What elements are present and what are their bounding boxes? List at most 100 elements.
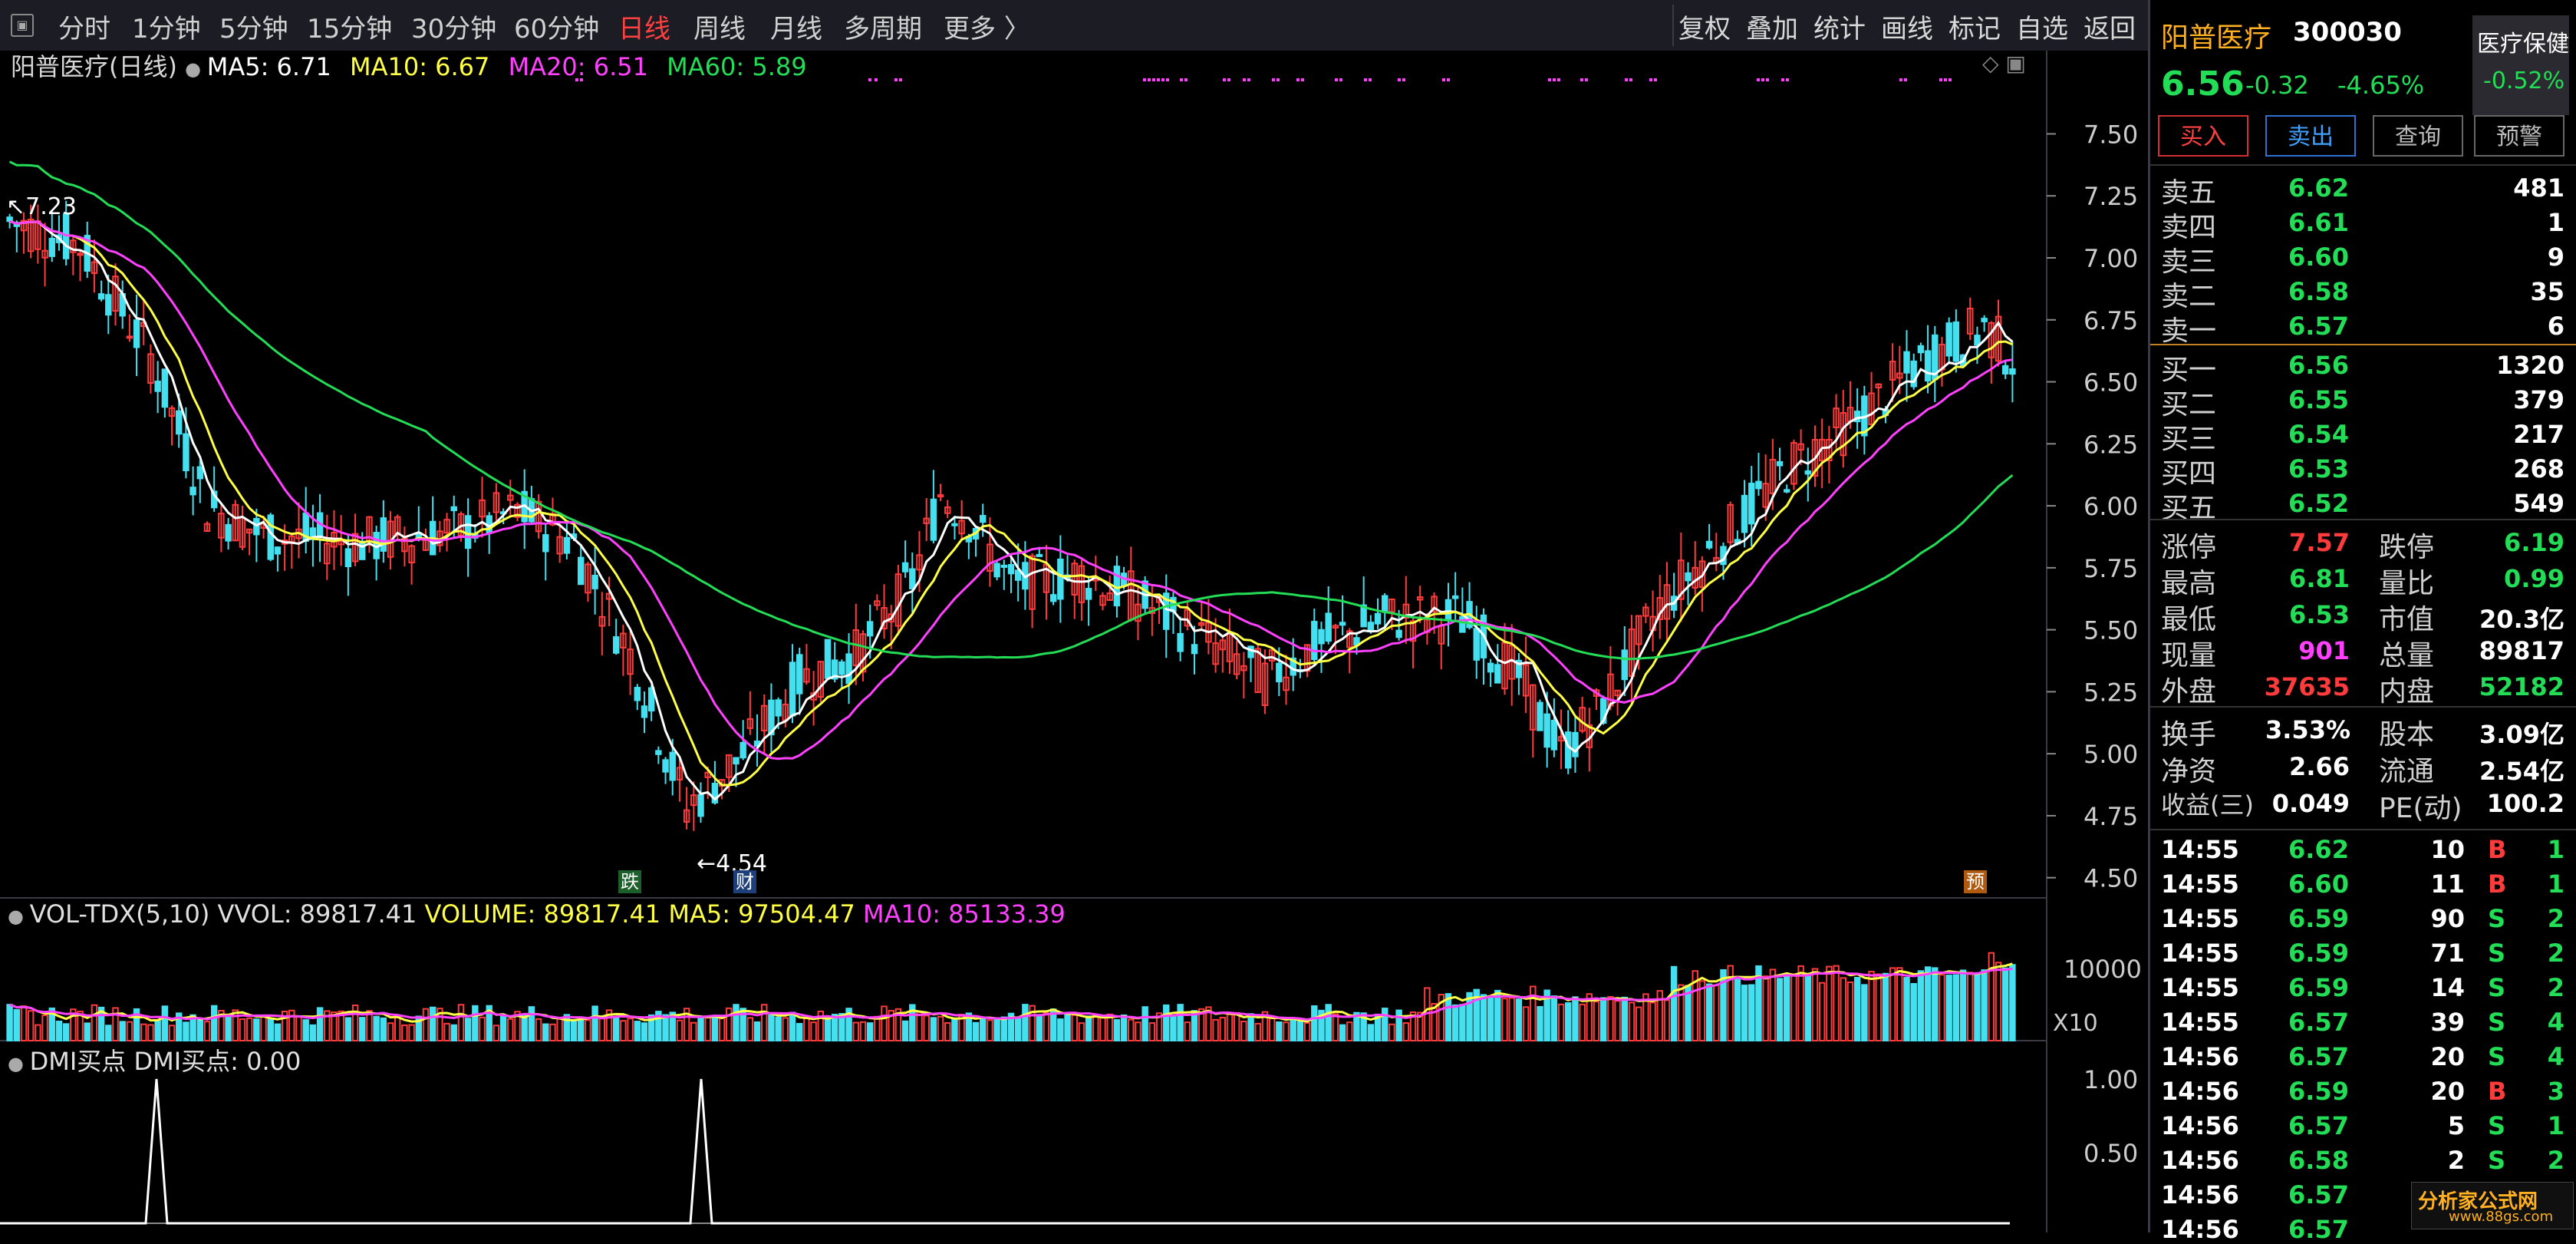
buy-button[interactable]: 买入 [2158, 115, 2248, 157]
candle-body [1247, 645, 1254, 658]
alert-button[interactable]: 预警 [2474, 115, 2564, 157]
tab-multi-period[interactable]: 多周期 [844, 8, 922, 45]
price-change-pct: -4.65% [2337, 71, 2425, 100]
badge-yu[interactable]: 预 [1964, 870, 1987, 893]
tab-5min[interactable]: 5分钟 [219, 8, 288, 45]
tick-volume: 90 [2430, 904, 2465, 933]
price-tick-label: 4.75 [2084, 802, 2138, 831]
candle-body [669, 751, 676, 781]
volume-bar [1382, 1008, 1388, 1042]
candle-body [196, 466, 204, 480]
tick-price: 6.59 [2288, 1077, 2349, 1106]
overlay-button[interactable]: 叠加 [1746, 8, 1798, 45]
price-tick-label: 7.25 [2084, 182, 2138, 211]
draw-line-button[interactable]: 画线 [1881, 8, 1933, 45]
volume-bar [1311, 1005, 1318, 1041]
volume-bar [1113, 1019, 1121, 1041]
sector-box[interactable]: 医疗保健 -0.52% [2472, 15, 2569, 115]
candle-body [824, 638, 832, 679]
stat-label: 涨停 [2161, 532, 2217, 563]
volume-bar [1395, 1009, 1402, 1042]
kline-chart[interactable]: 7.50 7.25 7.00 6.75 6.50 6.25 6.00 5.75 5.50 5.25… [0, 51, 2148, 1232]
signal-dot [1180, 78, 1183, 81]
tick-price: 6.57 [2288, 1180, 2349, 1209]
candle-body [1473, 628, 1480, 661]
stat-value: 3.53% [2265, 715, 2351, 744]
sell-button[interactable]: 卖出 [2265, 115, 2356, 157]
stat-label: 外盘 [2161, 676, 2217, 708]
watermark-url: www.88gs.com [2449, 1209, 2554, 1225]
volume-bar [1748, 984, 1755, 1041]
ask-volume: 9 [2547, 243, 2564, 272]
signal-dot [1296, 78, 1300, 81]
volume-bar [161, 1005, 169, 1042]
candle-body [697, 794, 704, 817]
signal-dot [1899, 78, 1902, 81]
volume-collapse-icon[interactable]: ● [8, 906, 30, 927]
tab-daily[interactable]: 日线 [618, 8, 670, 45]
volume-ma10: MA10: 85133.39 [863, 899, 1066, 929]
candle-body [1543, 713, 1550, 748]
collapse-icon[interactable]: ● [185, 58, 207, 80]
signal-dot [1786, 78, 1789, 81]
signal-dot [1402, 78, 1405, 81]
volume-bar [1466, 992, 1473, 1041]
back-button[interactable]: 返回 [2084, 8, 2136, 45]
candle-body [740, 741, 746, 759]
tick-time: 14:56 [2161, 1146, 2239, 1175]
tab-15min[interactable]: 15分钟 [307, 8, 392, 45]
candle-body [1784, 489, 1790, 493]
restore-rights-button[interactable]: 复权 [1678, 8, 1731, 45]
volume-bar [267, 1018, 274, 1042]
tab-weekly[interactable]: 周线 [693, 8, 746, 45]
candle-body [1382, 595, 1388, 613]
tab-fenshi[interactable]: 分时 [58, 8, 110, 45]
tab-30min[interactable]: 30分钟 [411, 8, 496, 45]
tick-volume: 14 [2430, 973, 2465, 1002]
price-tick-label: 4.50 [2084, 864, 2138, 893]
window-menu-icon[interactable]: ▣ [11, 14, 34, 37]
tab-60min[interactable]: 60分钟 [514, 8, 599, 45]
tick-direction: B [2488, 869, 2507, 899]
signal-dot [1364, 78, 1367, 81]
volume-bar [1599, 997, 1607, 1041]
stat-label: 最低 [2161, 604, 2217, 635]
candle-body [1459, 615, 1466, 633]
badge-cai[interactable]: 财 [733, 870, 756, 893]
stat-label: 总量 [2379, 640, 2435, 671]
volume-bar [1141, 1006, 1148, 1042]
volume-bar [775, 1016, 782, 1042]
candle-body [48, 237, 55, 257]
tick-count: 4 [2547, 1042, 2564, 1071]
candle-body [542, 534, 549, 553]
stat-label: 量比 [2379, 568, 2435, 599]
candle-body [1191, 644, 1198, 655]
bid-price: 6.53 [2288, 454, 2349, 483]
candle-body [796, 654, 803, 695]
tab-more[interactable]: 更多 〉 [944, 8, 1030, 45]
badge-die[interactable]: 跌 [618, 870, 641, 893]
tick-time: 14:56 [2161, 1077, 2239, 1106]
mark-button[interactable]: 标记 [1948, 8, 2001, 45]
candle-body [612, 636, 620, 654]
tab-1min[interactable]: 1分钟 [132, 8, 201, 45]
statistics-button[interactable]: 统计 [1813, 8, 1866, 45]
price-tick-label: 5.75 [2084, 554, 2138, 583]
volume-bar [1932, 967, 1939, 1042]
watchlist-button[interactable]: 自选 [2016, 8, 2068, 45]
dmi-axis-05: 0.50 [2084, 1139, 2139, 1168]
query-button[interactable]: 查询 [2373, 115, 2463, 157]
ask-label: 卖一 [2161, 315, 2217, 347]
volume-bar [359, 1017, 366, 1041]
signal-dot [1447, 78, 1450, 81]
tab-monthly[interactable]: 月线 [770, 8, 822, 45]
stat-label: PE(动) [2379, 793, 2462, 824]
chart-title: 阳普医疗(日线) [11, 52, 177, 81]
chart-options-icon[interactable]: ◇ ▣ [1982, 51, 2026, 76]
dmi-collapse-icon[interactable]: ● [8, 1053, 30, 1074]
bid-volume: 549 [2513, 489, 2564, 518]
stat-value: 6.81 [2289, 564, 2350, 593]
candle-body [344, 548, 352, 568]
signal-dot [1625, 78, 1628, 81]
tick-time: 14:55 [2161, 973, 2239, 1002]
